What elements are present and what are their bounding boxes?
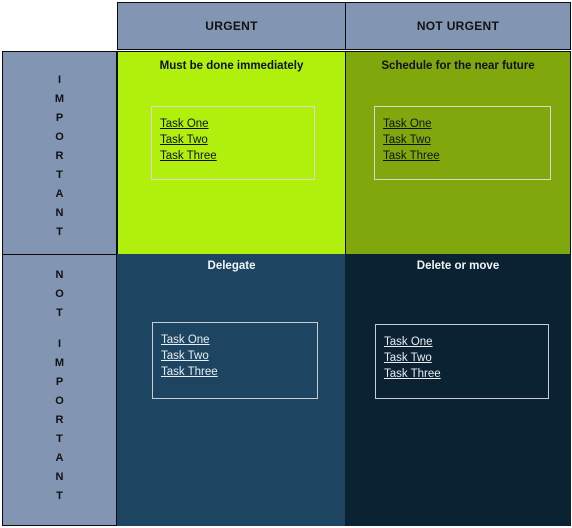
row-header-letter: T [56,226,63,238]
row-header-letter: A [55,188,64,200]
row-header-not-important: NOTIMPORTANT [2,254,117,526]
row-header-letter: T [56,307,63,319]
task-link[interactable]: Task Three [161,364,218,380]
quadrant-title-delete: Delete or move [416,260,500,272]
row-header-letter: T [56,490,63,502]
row-header-letter: P [55,376,64,388]
quadrant-title-schedule: Schedule for the near future [381,60,535,72]
row-header-letter: R [55,150,64,162]
task-link[interactable]: Task One [160,116,209,132]
row-header-letter: I [57,74,62,86]
row-header-letter: R [55,414,64,426]
task-list-delete: Task One Task Two Task Three [375,324,549,399]
row-header-letter: O [55,288,64,300]
row-header-letter: T [56,433,63,445]
quadrant-important-not-urgent: Schedule for the near future Task One Tas… [345,51,571,255]
quadrant-not-important-urgent: Delegate Task One Task Two Task Three [117,254,346,526]
column-header-not-urgent-label: NOT URGENT [416,19,500,33]
row-header-letter: A [55,452,64,464]
task-link[interactable]: Task One [383,116,432,132]
row-header-letter: N [55,471,64,483]
row-header-important: IMPORTANT [2,51,117,255]
row-header-letter: O [55,395,64,407]
row-header-letter: P [55,112,64,124]
row-header-letter: M [54,357,65,369]
column-header-urgent-label: URGENT [205,19,258,33]
quadrant-title-delegate: Delegate [207,260,256,272]
row-header-letter: T [56,169,63,181]
task-link[interactable]: Task Two [160,132,208,148]
task-link[interactable]: Task Three [384,366,441,382]
task-link[interactable]: Task Two [161,348,209,364]
task-list-do: Task One Task Two Task Three [151,106,315,180]
row-header-letter: M [54,93,65,105]
quadrant-not-important-not-urgent: Delete or move Task One Task Two Task Thre… [345,254,571,526]
column-header-not-urgent: NOT URGENT [345,2,571,50]
quadrant-title-do: Must be done immediately [159,60,304,72]
row-header-letter: N [55,207,64,219]
row-header-letter: I [57,338,62,350]
column-header-urgent: URGENT [117,2,346,50]
task-link[interactable]: Task One [161,332,210,348]
task-link[interactable]: Task Three [160,148,217,164]
row-header-letter: O [55,131,64,143]
task-link[interactable]: Task Two [383,132,431,148]
task-link[interactable]: Task One [384,334,433,350]
quadrant-important-urgent: Must be done immediately Task One Task Tw… [117,51,346,255]
row-header-letter: N [55,269,64,281]
task-list-delegate: Task One Task Two Task Three [152,322,318,399]
task-list-schedule: Task One Task Two Task Three [374,106,551,180]
task-link[interactable]: Task Two [384,350,432,366]
task-link[interactable]: Task Three [383,148,440,164]
eisenhower-matrix: URGENT NOT URGENT IMPORTANT NOTIMPORTANT… [0,0,572,528]
